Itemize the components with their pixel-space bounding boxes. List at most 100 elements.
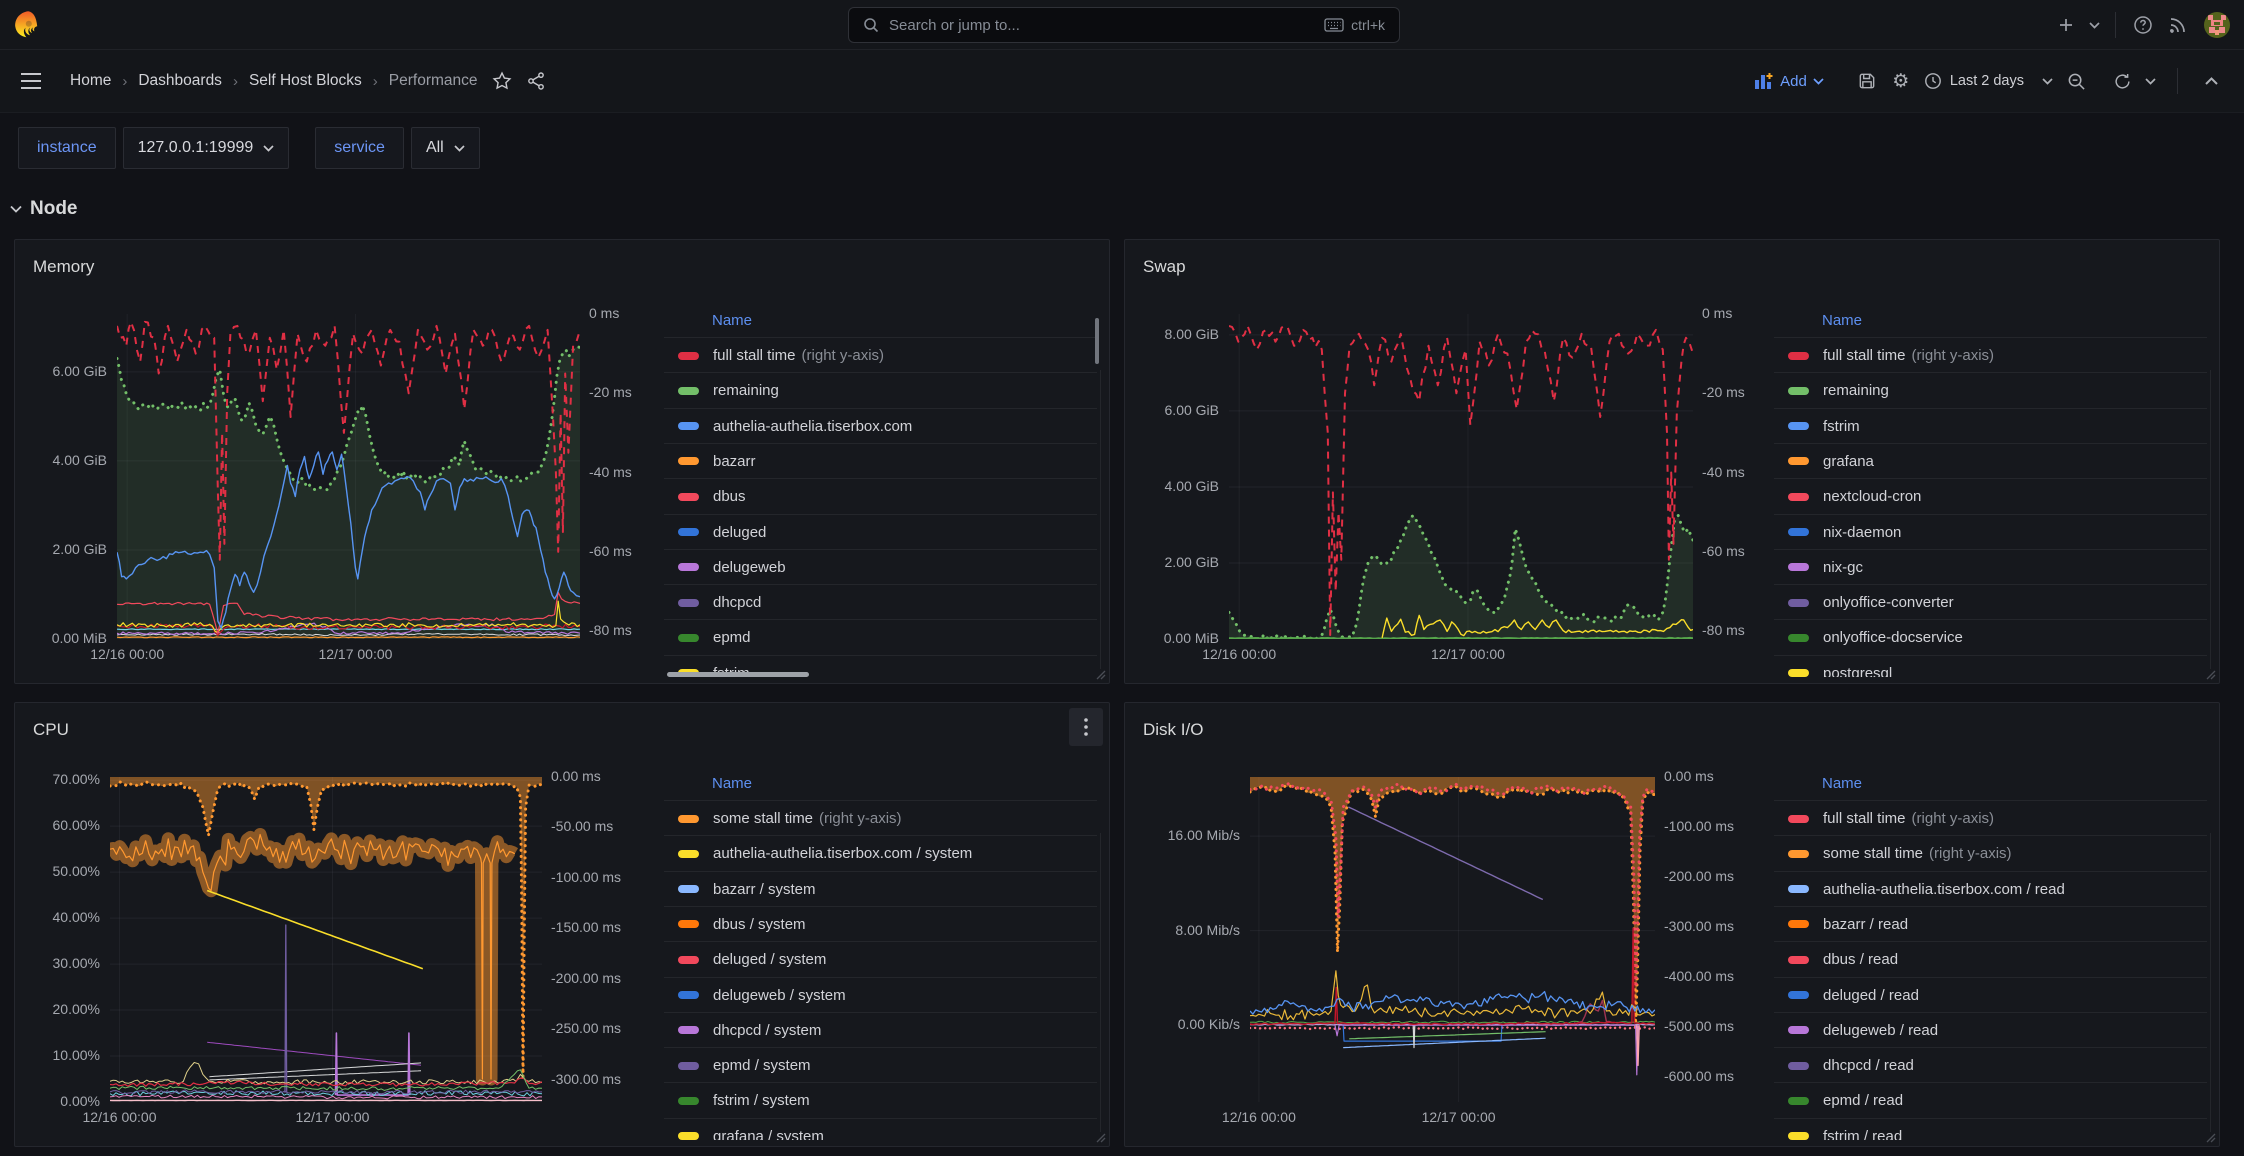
add-button[interactable]: Add (1754, 72, 1824, 90)
favorite-button[interactable] (492, 71, 512, 91)
legend-item[interactable]: remaining (664, 372, 1097, 408)
panel-title[interactable]: Memory (33, 257, 94, 277)
zoom-out-button[interactable] (2059, 64, 2093, 98)
new-button[interactable] (2049, 8, 2083, 42)
legend-item[interactable]: epmd (664, 619, 1097, 655)
legend-item[interactable]: dhcpcd / read (1774, 1047, 2207, 1083)
grafana-logo[interactable] (12, 10, 42, 40)
collapse-toolbar-button[interactable] (2194, 64, 2228, 98)
help-button[interactable] (2126, 8, 2160, 42)
series-color-swatch (678, 1097, 699, 1105)
avatar[interactable] (2204, 12, 2230, 38)
news-button[interactable] (2160, 8, 2194, 42)
dashboard-settings-button[interactable]: ⚙ (1884, 64, 1918, 98)
star-icon (492, 71, 512, 91)
legend-header[interactable]: Name (1822, 775, 1862, 792)
legend-item[interactable]: nix-daemon (1774, 514, 2207, 550)
legend-item[interactable]: onlyoffice-docservice (1774, 619, 2207, 655)
series-color-swatch (678, 387, 699, 395)
legend-scrollbar-track (2210, 370, 2211, 669)
legend-item[interactable]: fstrim / read (1774, 1118, 2207, 1140)
legend-item[interactable]: onlyoffice-converter (1774, 584, 2207, 620)
legend-item[interactable]: fstrim (1774, 408, 2207, 444)
legend-item[interactable]: some stall time(right y-axis) (664, 800, 1097, 836)
legend-header[interactable]: Name (712, 312, 752, 329)
legend-item[interactable]: grafana / system (664, 1118, 1097, 1140)
legend-item[interactable]: deluged (664, 514, 1097, 550)
save-dashboard-button[interactable] (1850, 64, 1884, 98)
legend-item[interactable]: delugeweb / system (664, 977, 1097, 1013)
instance-value-dropdown[interactable]: 127.0.0.1:19999 (124, 139, 289, 157)
time-range-picker[interactable]: Last 2 days (1918, 72, 2059, 90)
mega-menu-button[interactable] (14, 64, 48, 98)
legend-item[interactable]: dbus / read (1774, 941, 2207, 977)
legend-item[interactable]: some stall time(right y-axis) (1774, 835, 2207, 871)
y-axis-left-tick: 6.00 GiB (1125, 402, 1219, 418)
instance-label[interactable]: instance (19, 139, 115, 157)
panel-resize-handle[interactable] (1095, 1132, 1106, 1143)
service-label[interactable]: service (316, 139, 403, 157)
series-color-swatch (1788, 422, 1809, 430)
legend-item[interactable]: dbus (664, 478, 1097, 514)
series-color-swatch (678, 493, 699, 501)
x-axis-tick: 12/17 00:00 (1408, 646, 1528, 662)
refresh-button[interactable] (2105, 64, 2139, 98)
cpu-chart[interactable] (110, 777, 542, 1102)
legend-item[interactable]: full stall time(right y-axis) (664, 337, 1097, 373)
series-label: delugeweb (713, 559, 786, 576)
x-axis-tick: 12/17 00:00 (295, 646, 415, 662)
legend-item[interactable]: authelia-authelia.tiserbox.com (664, 408, 1097, 444)
legend-item[interactable]: delugeweb (664, 549, 1097, 585)
legend-item[interactable]: epmd / read (1774, 1082, 2207, 1118)
share-button[interactable] (526, 71, 546, 91)
legend-item[interactable]: deluged / read (1774, 977, 2207, 1013)
legend-item[interactable]: authelia-authelia.tiserbox.com / system (664, 835, 1097, 871)
legend-item[interactable]: dhcpcd / system (664, 1012, 1097, 1048)
panel-resize-handle[interactable] (1095, 669, 1106, 680)
series-color-swatch (1788, 669, 1809, 677)
breadcrumb-home[interactable]: Home (70, 72, 111, 90)
legend-item[interactable]: nextcloud-cron (1774, 478, 2207, 514)
legend-item[interactable]: fstrim / system (664, 1082, 1097, 1118)
panel-title[interactable]: CPU (33, 720, 69, 740)
legend-item[interactable]: grafana (1774, 443, 2207, 479)
row-node[interactable]: Node (10, 191, 2244, 227)
y-axis-left-tick: 0.00 Kib/s (1125, 1016, 1240, 1032)
legend-item[interactable]: epmd / system (664, 1047, 1097, 1083)
legend-item[interactable]: remaining (1774, 372, 2207, 408)
legend-header[interactable]: Name (1822, 312, 1862, 329)
breadcrumb-folder[interactable]: Self Host Blocks (249, 72, 362, 90)
swap-chart[interactable] (1229, 314, 1693, 639)
legend-item[interactable]: full stall time(right y-axis) (1774, 337, 2207, 373)
legend-item[interactable]: delugeweb / read (1774, 1012, 2207, 1048)
legend-item[interactable]: postgresql (1774, 655, 2207, 677)
legend-item[interactable]: authelia-authelia.tiserbox.com / read (1774, 871, 2207, 907)
legend-header[interactable]: Name (712, 775, 752, 792)
legend-item[interactable]: bazarr (664, 443, 1097, 479)
legend-item[interactable]: dbus / system (664, 906, 1097, 942)
legend-item[interactable]: bazarr / read (1774, 906, 2207, 942)
legend-scrollbar-thumb[interactable] (1095, 318, 1099, 364)
search-input[interactable]: Search or jump to... ctrl+k (848, 7, 1400, 43)
legend-item[interactable]: full stall time(right y-axis) (1774, 800, 2207, 836)
refresh-interval-chevron[interactable] (2139, 64, 2161, 98)
panel-resize-handle[interactable] (2205, 1132, 2216, 1143)
clock-icon (1924, 72, 1942, 90)
panel-title[interactable]: Swap (1143, 257, 1186, 277)
legend-item[interactable]: deluged / system (664, 941, 1097, 977)
legend-item[interactable]: nix-gc (1774, 549, 2207, 585)
legend-item[interactable]: bazarr / system (664, 871, 1097, 907)
disk-io-chart[interactable] (1250, 777, 1655, 1102)
panel-cpu: CPU Name some stall time(right y-axis)au… (14, 702, 1110, 1147)
breadcrumb-dashboards[interactable]: Dashboards (138, 72, 222, 90)
memory-chart[interactable] (117, 314, 580, 639)
y-axis-right-tick: -200.00 ms (1664, 868, 1734, 884)
legend-item[interactable]: dhcpcd (664, 584, 1097, 620)
panel-title[interactable]: Disk I/O (1143, 720, 1203, 740)
service-value-dropdown[interactable]: All (412, 139, 479, 157)
panel-menu-button[interactable] (1069, 708, 1103, 746)
y-axis-left-tick: 2.00 GiB (1125, 554, 1219, 570)
panel-resize-handle[interactable] (2205, 669, 2216, 680)
legend-hscrollbar-thumb[interactable] (667, 672, 809, 677)
new-menu-chevron[interactable] (2083, 8, 2105, 42)
